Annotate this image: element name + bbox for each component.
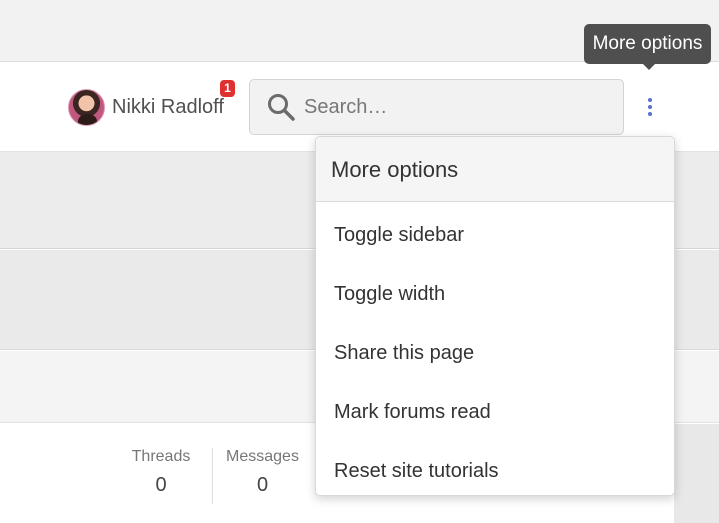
messages-label: Messages xyxy=(226,448,299,465)
alerts-badge[interactable]: 1 xyxy=(220,80,235,97)
threads-count: 0 xyxy=(155,474,167,496)
menu-item-toggle-sidebar[interactable]: Toggle sidebar xyxy=(316,206,674,265)
search-input[interactable] xyxy=(304,95,604,119)
account-link[interactable]: Nikki Radloff xyxy=(68,88,224,126)
menu-item-reset-tutorials[interactable]: Reset site tutorials xyxy=(316,442,674,495)
kebab-dot-icon xyxy=(648,98,652,102)
avatar xyxy=(68,88,105,126)
threads-label: Threads xyxy=(131,448,191,465)
kebab-dot-icon xyxy=(648,105,652,109)
more-options-button[interactable] xyxy=(638,90,662,124)
search-box[interactable] xyxy=(249,79,624,135)
more-options-menu: More options Toggle sidebar Toggle width… xyxy=(315,136,675,496)
menu-title: More options xyxy=(316,137,674,202)
menu-item-toggle-width[interactable]: Toggle width xyxy=(316,265,674,324)
tooltip-arrow xyxy=(642,63,656,70)
right-edge xyxy=(674,424,719,523)
user-name: Nikki Radloff xyxy=(112,95,224,118)
menu-item-share-page[interactable]: Share this page xyxy=(316,324,674,383)
messages-count: 0 xyxy=(256,474,269,496)
messages-stat: Messages 0 xyxy=(212,448,312,504)
kebab-dot-icon xyxy=(648,112,652,116)
more-options-tooltip: More options xyxy=(584,24,711,64)
menu-list: Toggle sidebar Toggle width Share this p… xyxy=(316,202,674,495)
threads-stat: Threads 0 xyxy=(120,448,202,497)
menu-item-mark-forums-read[interactable]: Mark forums read xyxy=(316,383,674,442)
search-icon xyxy=(268,94,295,121)
